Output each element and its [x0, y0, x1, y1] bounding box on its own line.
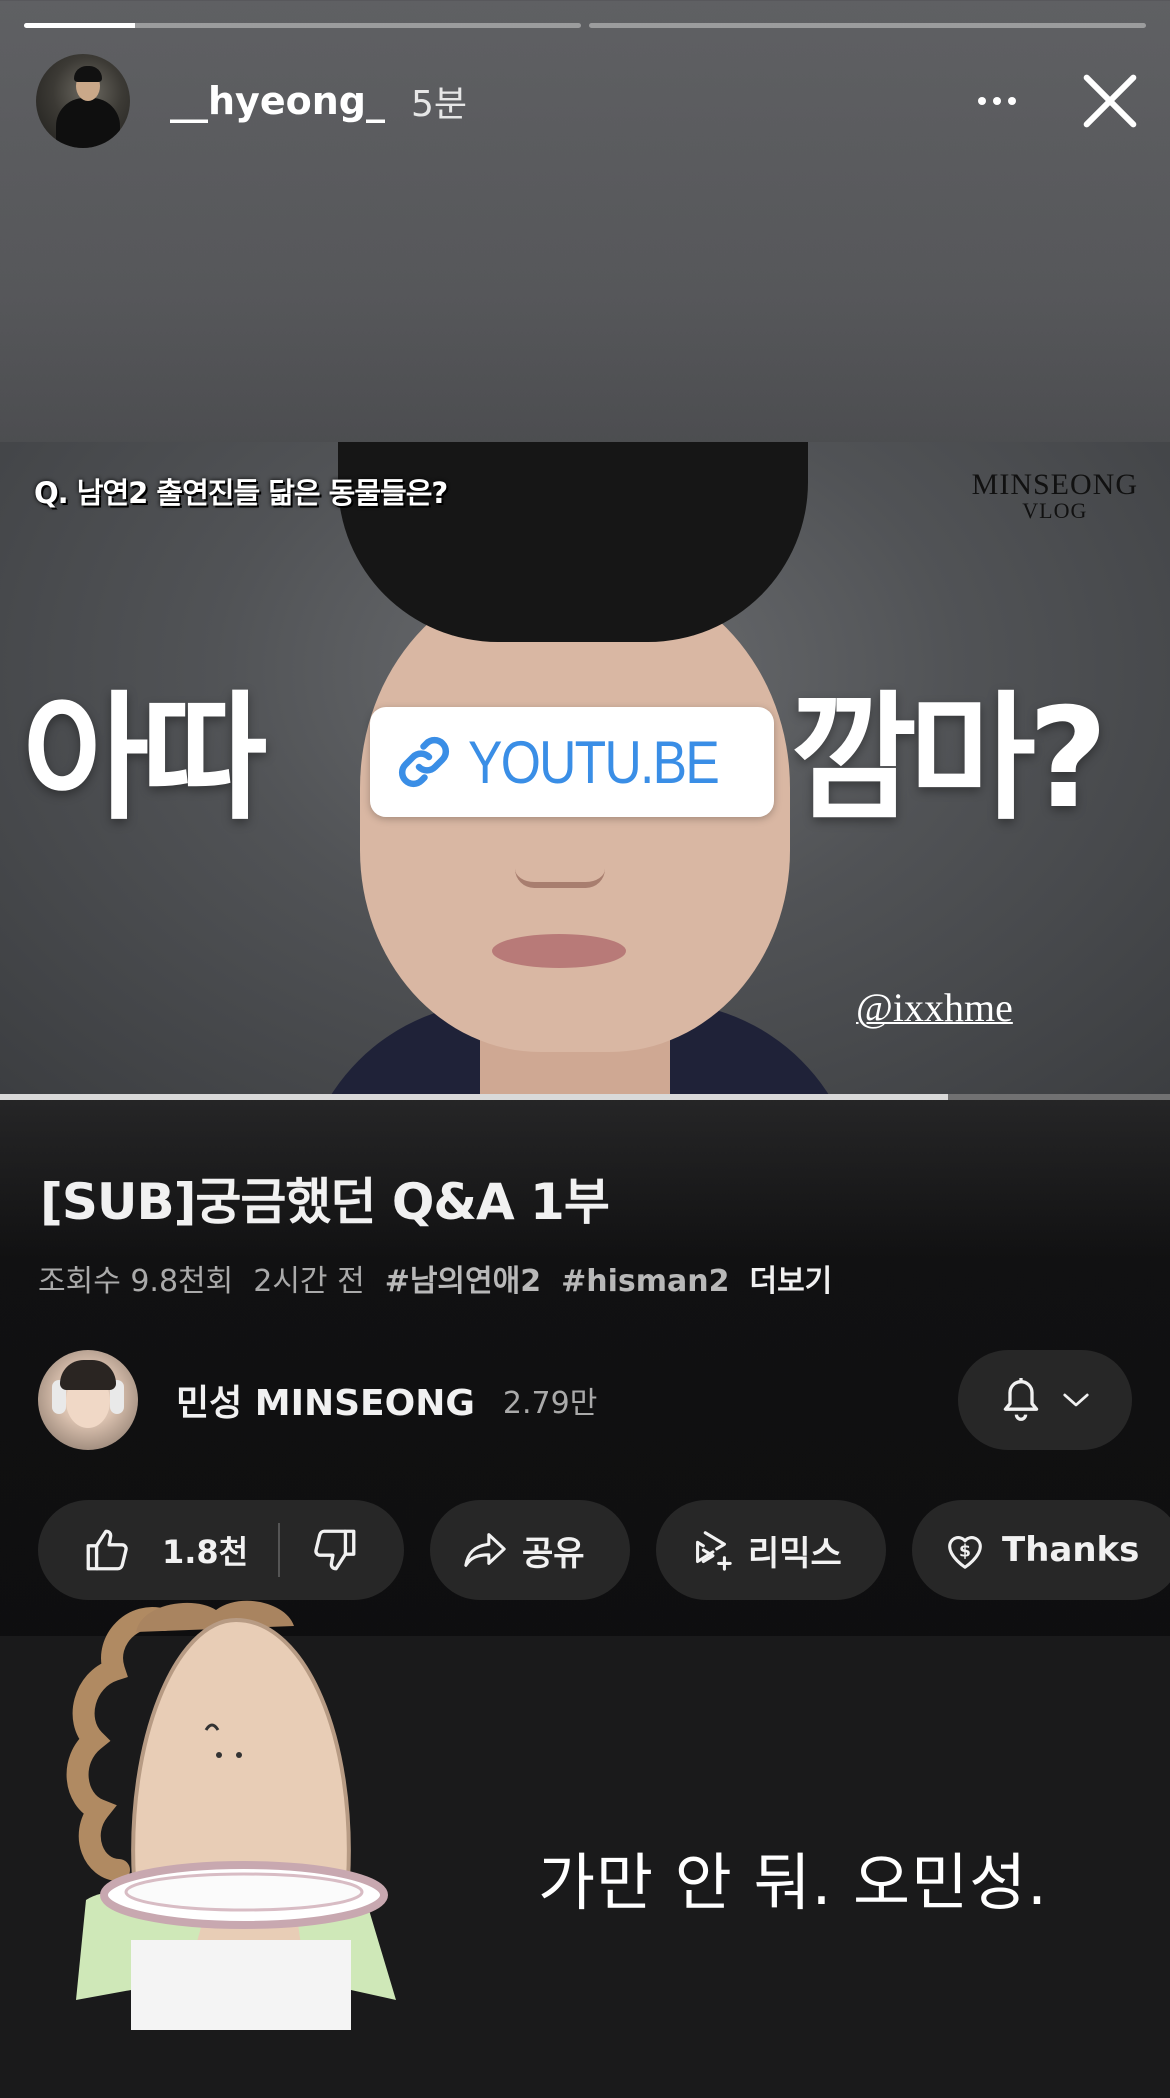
thumbnail-brand-logo: MINSEONG VLOG — [971, 468, 1138, 523]
share-label: 공유 — [522, 1533, 585, 1574]
svg-text:$: $ — [959, 1542, 971, 1562]
view-count: 조회수 9.8천회 — [38, 1264, 234, 1299]
story-progress — [24, 23, 1146, 28]
story-caption: 가만 안 둬. 오민성. — [538, 1846, 1048, 1919]
heart-dollar-icon: $ — [948, 1536, 982, 1569]
link-sticker-text: YOUTU.BE — [468, 728, 720, 796]
story-progress-segment-1 — [24, 23, 581, 28]
more-options-icon[interactable] — [978, 97, 1016, 105]
hashtag-1[interactable]: #남의연애2 — [385, 1256, 541, 1300]
story-progress-segment-2 — [589, 23, 1146, 28]
share-icon — [464, 1533, 506, 1567]
channel-row: 민성 MINSEONG 2.79만 — [38, 1350, 1132, 1450]
link-sticker[interactable]: YOUTU.BE — [370, 707, 774, 817]
story-username[interactable]: __hyeong_ — [170, 79, 385, 123]
like-count: 1.8천 — [162, 1533, 249, 1571]
thumbnail-big-text-left: 아따 — [22, 678, 268, 839]
story-header: __hyeong_ 5분 — [36, 53, 1142, 149]
thumbs-down-icon[interactable] — [310, 1525, 360, 1575]
video-progress-bar[interactable] — [0, 1094, 1170, 1100]
thumbs-up-icon[interactable] — [82, 1525, 132, 1575]
thumbnail-question: Q. 남연2 출연진들 닮은 동물들은? — [34, 476, 448, 510]
posted-time: 2시간 전 — [253, 1264, 365, 1299]
thanks-label: Thanks — [1002, 1530, 1140, 1570]
chevron-down-icon — [1063, 1393, 1089, 1407]
channel-avatar[interactable] — [38, 1350, 138, 1450]
hashtag-2[interactable]: #hisman2 — [561, 1264, 729, 1299]
thanks-button[interactable]: $ Thanks — [912, 1500, 1170, 1600]
share-button[interactable]: 공유 — [430, 1500, 630, 1600]
story-avatar[interactable] — [36, 54, 130, 148]
more-link[interactable]: 더보기 — [749, 1256, 832, 1300]
notification-button[interactable] — [958, 1350, 1132, 1450]
remix-icon — [696, 1531, 732, 1571]
bell-icon — [1003, 1378, 1039, 1421]
video-title[interactable]: [SUB]궁금했던 Q&A 1부 — [40, 1162, 610, 1234]
thumbnail-big-text-right: 깜마? — [790, 678, 1108, 839]
remix-label: 리믹스 — [748, 1533, 842, 1574]
close-icon[interactable] — [1078, 69, 1142, 133]
thumbnail-handle: @ixxhme — [856, 985, 1013, 1030]
subscriber-count: 2.79만 — [502, 1386, 598, 1421]
channel-name[interactable]: 민성 MINSEONG — [176, 1374, 475, 1426]
like-divider — [278, 1523, 281, 1577]
remix-button[interactable]: 리믹스 — [656, 1500, 886, 1600]
character-sticker[interactable] — [56, 1580, 436, 2030]
story-time: 5분 — [410, 84, 467, 125]
link-icon — [398, 736, 450, 788]
video-meta: 조회수 9.8천회 2시간 전 #남의연애2 #hisman2 더보기 — [38, 1256, 832, 1300]
